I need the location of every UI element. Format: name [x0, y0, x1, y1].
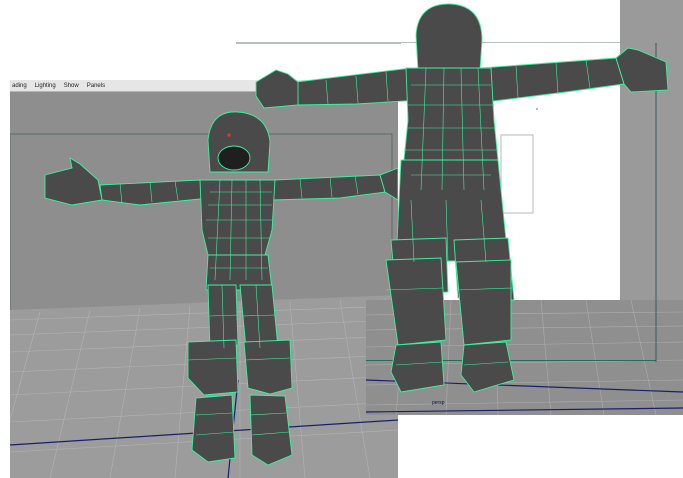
back-scene — [236, 0, 683, 415]
camera-label: persp — [432, 400, 445, 406]
perspective-viewport[interactable]: persp — [236, 0, 683, 415]
